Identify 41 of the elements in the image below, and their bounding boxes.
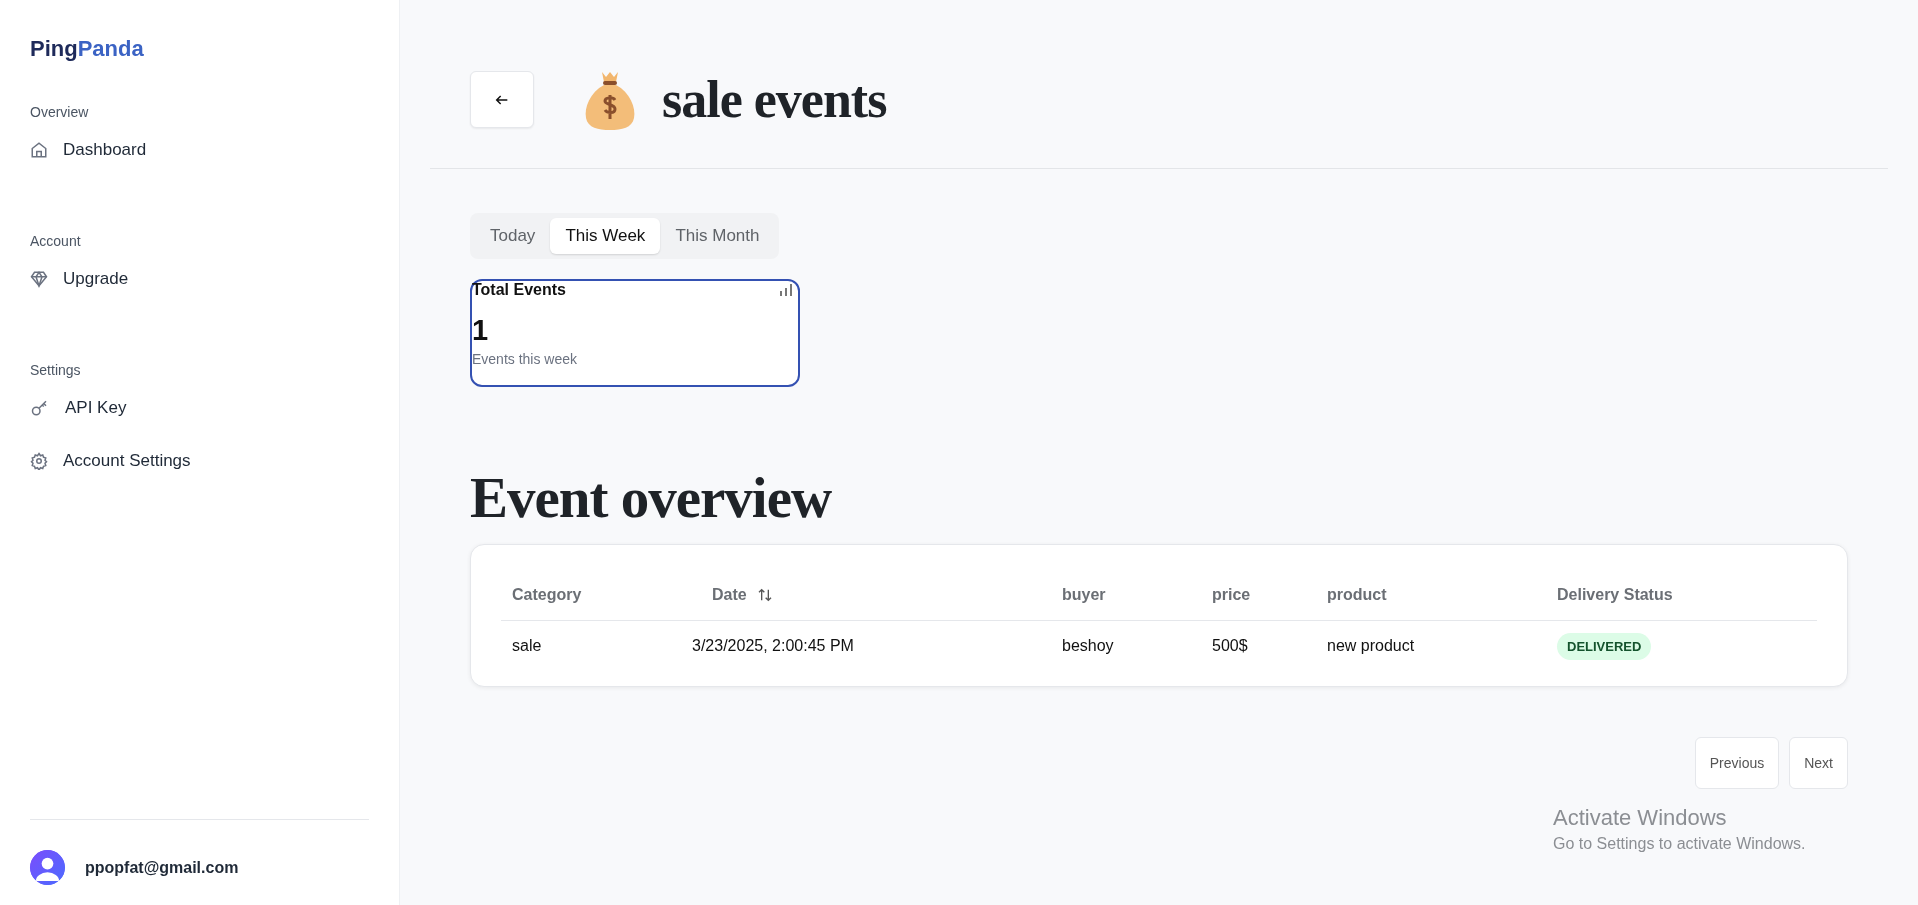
activation-title: Activate Windows (1553, 805, 1728, 831)
column-header: Delivery Status (1556, 586, 1674, 604)
sidebar-item[interactable]: API Key (30, 398, 369, 418)
status-badge: DELIVERED (1557, 633, 1652, 660)
back-button[interactable] (470, 71, 534, 128)
home-icon (30, 141, 48, 159)
section-heading: Settings (30, 362, 82, 378)
section-title: Event overview (470, 465, 833, 530)
settings-icon (30, 452, 48, 470)
column-header: buyer (1061, 586, 1107, 604)
column-header: Category (511, 586, 583, 604)
tab[interactable]: This Week (550, 218, 661, 254)
table-cell-text: sale (511, 637, 543, 655)
brand-logo: PingPanda (30, 36, 145, 62)
column-header: product (1326, 586, 1388, 604)
table-cell-text: 500$ (1211, 637, 1249, 655)
column-label: Date (712, 586, 747, 604)
table-cell-text: 3/23/2025, 2:00:45 PM (691, 637, 855, 655)
table-cell-text: new product (1326, 637, 1416, 655)
section-heading: Account (30, 233, 82, 249)
tab[interactable]: This Month (660, 218, 775, 254)
stat-title: Total Events (472, 281, 566, 299)
avatar-icon (30, 850, 65, 885)
next-button[interactable]: Next (1789, 737, 1848, 789)
stat-value: 1 (472, 314, 490, 347)
stat-caption: Events this week (472, 351, 579, 367)
bar-chart-icon (780, 284, 792, 296)
tab[interactable]: Today (475, 218, 551, 254)
previous-button[interactable]: Previous (1694, 737, 1780, 789)
page-title: sale events (662, 70, 887, 129)
user-email: ppopfat@gmail.com (85, 858, 239, 877)
diamond-icon (30, 270, 48, 288)
column-header: price (1211, 586, 1252, 604)
sort-icon (756, 587, 773, 603)
table-cell-text: beshoy (1061, 637, 1115, 655)
sidebar-item[interactable]: Upgrade (30, 269, 369, 289)
sidebar-item[interactable]: Dashboard (30, 140, 369, 160)
column-header[interactable]: Date (681, 586, 1051, 604)
activation-text: Go to Settings to activate Windows. (1553, 835, 1806, 853)
sidebar-item[interactable]: Account Settings (30, 451, 369, 471)
section-heading: Overview (30, 104, 90, 120)
